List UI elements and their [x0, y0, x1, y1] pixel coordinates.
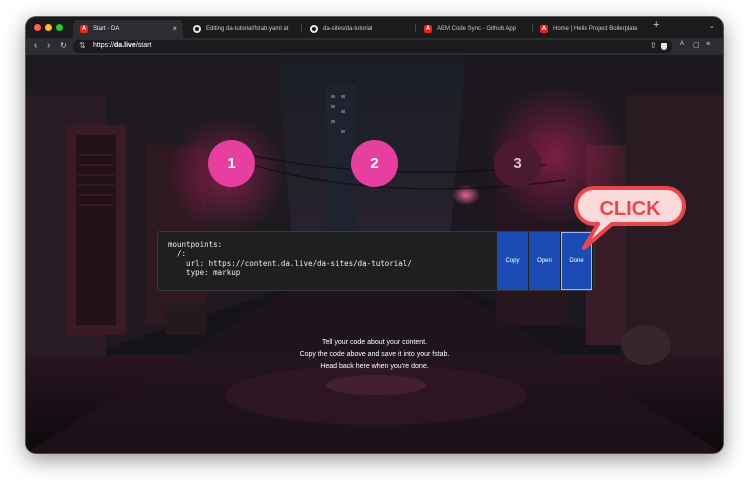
new-tab-button[interactable]: + [653, 19, 659, 31]
forward-icon[interactable]: › [47, 39, 50, 53]
instruction-line-2: Copy the code above and save it into you… [299, 351, 450, 358]
close-tab-icon[interactable]: × [172, 24, 177, 33]
instruction-line-1: Tell your code about your content. [321, 339, 428, 346]
tab-helix-boilerplate[interactable]: A Home | Helix Project Boilerplate [533, 20, 647, 38]
tab-strip: A Start - DA × Editing da-tutorial/fstab… [26, 17, 723, 38]
address-bar[interactable]: ⇅ https://da.live/start ⇧ [73, 40, 672, 53]
reload-icon[interactable]: ↻ [60, 39, 67, 53]
tab-editing-fstab[interactable]: Editing da-tutorial/fstab.yaml at [186, 20, 299, 38]
url-text[interactable]: https://da.live/start [93, 42, 151, 49]
tab-divider [415, 24, 416, 32]
instructions: Tell your code about your content. Copy … [26, 337, 723, 373]
brave-shield-icon[interactable] [661, 43, 667, 50]
translate-icon[interactable]: A [680, 41, 684, 47]
github-icon [310, 25, 318, 33]
share-icon[interactable]: ⇧ [650, 41, 657, 50]
step-2-circle: 2 [351, 140, 398, 187]
page-content: 1 2 3 mountpoints: /: url: https://conte… [26, 55, 723, 453]
callout-text: CLICK [599, 198, 661, 220]
code-line: url: https://content.da.live/da-sites/da… [168, 258, 412, 268]
code-line: mountpoints: [168, 240, 223, 249]
url-domain: da.live [114, 42, 136, 49]
sidebar-icon[interactable]: ▢ [693, 41, 700, 49]
url-path: /start [135, 42, 152, 49]
tab-label: da-sites/da-tutorial [323, 26, 373, 32]
browser-window: A Start - DA × Editing da-tutorial/fstab… [26, 17, 723, 453]
url-prefix: https:// [93, 42, 115, 49]
tab-da-tutorial-repo[interactable]: da-sites/da-tutorial [303, 20, 413, 38]
adobe-icon: A [424, 25, 432, 33]
code-line: type: markup [168, 268, 241, 278]
fstab-code-block: mountpoints: /: url: https://content.da.… [157, 231, 595, 291]
tab-label: AEM Code Sync - Github App [437, 26, 517, 32]
back-icon[interactable]: ‹ [34, 39, 37, 53]
tab-label: Editing da-tutorial/fstab.yaml at [206, 26, 289, 32]
adobe-icon: A [80, 25, 88, 33]
site-settings-icon[interactable]: ⇅ [79, 41, 86, 50]
menu-icon[interactable]: ≡ [706, 41, 710, 48]
open-button[interactable]: Open [529, 232, 560, 290]
tab-start-da[interactable]: A Start - DA × [73, 20, 183, 38]
copy-button[interactable]: Copy [497, 232, 528, 290]
step-3-circle: 3 [494, 140, 541, 187]
tab-menu-icon[interactable]: ⌄ [709, 22, 715, 30]
minimize-window-button[interactable] [45, 24, 52, 31]
code-line: /: [168, 249, 187, 259]
tab-divider [301, 24, 302, 32]
browser-toolbar: ‹ › ↻ ⇅ https://da.live/start ⇧ A ▢ ≡ [26, 38, 723, 55]
click-callout: CLICK [574, 186, 686, 250]
close-window-button[interactable] [34, 24, 41, 31]
maximize-window-button[interactable] [56, 24, 63, 31]
tab-label: Home | Helix Project Boilerplate [553, 26, 638, 32]
adobe-icon: A [540, 25, 548, 33]
github-icon [193, 25, 201, 33]
step-1-circle: 1 [208, 140, 255, 187]
tab-aem-code-sync[interactable]: A AEM Code Sync - Github App [417, 20, 530, 38]
tab-label: Start - DA [93, 26, 120, 32]
instruction-line-3: Head back here when you're done. [320, 363, 429, 370]
fstab-code[interactable]: mountpoints: /: url: https://content.da.… [168, 240, 412, 278]
